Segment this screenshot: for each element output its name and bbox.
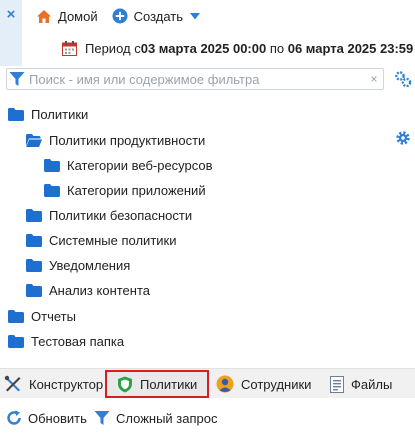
plus-circle-icon <box>112 8 128 24</box>
period-selector[interactable]: Период с 03 марта 2025 00:00 по 06 марта… <box>62 39 413 57</box>
tree-item-web-categories[interactable]: Категории веб-ресурсов <box>44 155 213 175</box>
top-toolbar: × Домой Создать Период с 03 марта 2025 0… <box>0 0 415 66</box>
tab-files[interactable]: Файлы <box>330 373 392 395</box>
home-button[interactable]: Домой <box>36 9 98 24</box>
caret-down-icon <box>190 12 201 20</box>
period-prefix: Период с <box>85 40 141 56</box>
tree-item-label: Отчеты <box>31 308 76 324</box>
filter-search-box: × <box>6 68 384 90</box>
calendar-icon <box>62 40 77 56</box>
folder-icon <box>8 107 24 121</box>
document-icon <box>330 375 344 393</box>
folder-open-icon <box>26 133 42 147</box>
tree-item-productivity-policies[interactable]: Политики продуктивности <box>26 130 205 150</box>
shield-icon <box>117 376 133 393</box>
close-tab-button[interactable]: × <box>0 0 22 66</box>
gear-icon[interactable] <box>395 130 411 149</box>
folder-icon <box>26 208 42 222</box>
user-icon <box>216 375 234 393</box>
tab-policies[interactable]: Политики <box>105 370 209 398</box>
tree-item-label: Тестовая папка <box>31 333 125 349</box>
tree-item-label: Уведомления <box>49 257 131 273</box>
tree-item-security-policies[interactable]: Политики безопасности <box>26 205 192 225</box>
bottom-tab-bar: Конструктор Политики Сотрудники Файлы <box>0 368 415 398</box>
tab-label: Конструктор <box>29 376 104 392</box>
folder-icon <box>26 283 42 297</box>
tree-item-label: Категории веб-ресурсов <box>67 157 213 173</box>
period-from: 03 марта 2025 00:00 <box>140 40 267 56</box>
folder-icon <box>8 309 24 323</box>
tab-constructor[interactable]: Конструктор <box>4 373 103 395</box>
filter-icon <box>9 71 25 87</box>
clear-filter-button[interactable]: × <box>365 72 383 86</box>
tree-item-label: Системные политики <box>49 232 177 248</box>
tree-item-app-categories[interactable]: Категории приложений <box>44 180 206 200</box>
refresh-button-label: Обновить <box>28 410 87 426</box>
tree-item-notifications[interactable]: Уведомления <box>26 255 130 275</box>
folder-icon <box>26 233 42 247</box>
tab-employees[interactable]: Сотрудники <box>216 373 311 395</box>
filter-icon <box>94 410 110 426</box>
tab-label: Файлы <box>351 376 393 392</box>
tree-item-label: Политики <box>31 106 89 122</box>
tab-label: Политики <box>140 376 198 392</box>
toolbar-row: Домой Создать <box>36 6 214 26</box>
tools-icon <box>4 375 22 393</box>
complex-query-button-label: Сложный запрос <box>116 410 218 426</box>
tree-item-content-analysis[interactable]: Анализ контента <box>26 280 150 300</box>
tree-item-system-policies[interactable]: Системные политики <box>26 230 177 250</box>
filter-search-input[interactable] <box>29 71 365 87</box>
folder-icon <box>44 183 60 197</box>
filter-settings-icon[interactable] <box>394 70 412 91</box>
folder-icon <box>26 258 42 272</box>
tree-item-label: Политики продуктивности <box>49 132 206 148</box>
complex-query-button[interactable]: Сложный запрос <box>94 410 218 426</box>
refresh-button[interactable]: Обновить <box>6 410 87 426</box>
tree-item-policies[interactable]: Политики <box>8 104 88 124</box>
refresh-icon <box>6 410 22 426</box>
create-button-label: Создать <box>133 8 184 24</box>
home-button-label: Домой <box>58 8 98 24</box>
tree-item-test-folder[interactable]: Тестовая папка <box>8 331 124 351</box>
folder-icon <box>44 158 60 172</box>
home-icon <box>36 9 52 24</box>
period-middle: по <box>266 40 288 56</box>
tree-item-reports[interactable]: Отчеты <box>8 306 76 326</box>
tab-label: Сотрудники <box>241 376 312 392</box>
folder-icon <box>8 334 24 348</box>
bottom-actions: Обновить Сложный запрос <box>0 408 415 430</box>
period-to: 06 марта 2025 23:59 <box>287 40 414 56</box>
tree-item-label: Политики безопасности <box>49 207 193 223</box>
create-button[interactable]: Создать <box>112 8 201 24</box>
tree-item-label: Категории приложений <box>67 182 206 198</box>
tree-item-label: Анализ контента <box>49 282 150 298</box>
